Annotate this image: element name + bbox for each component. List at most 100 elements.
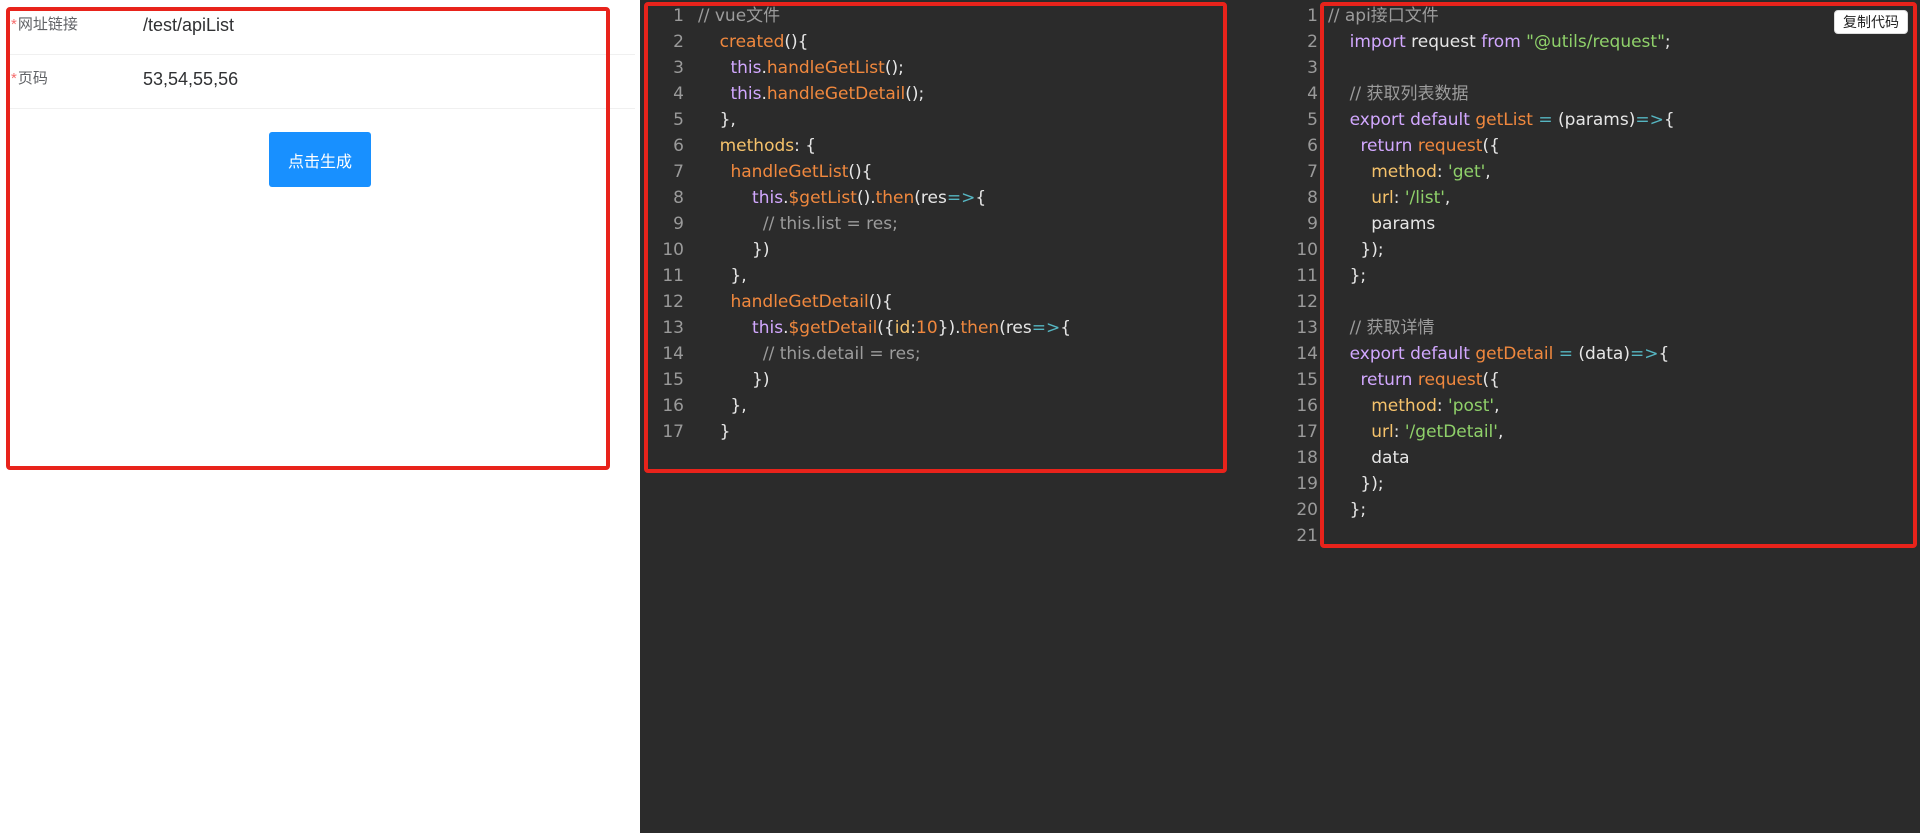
line-number: 14	[662, 344, 684, 364]
code-token: })	[698, 370, 770, 390]
code-line: 4 this.handleGetDetail();	[648, 81, 1071, 107]
code-token: });	[1328, 240, 1384, 260]
code-token: =>	[1031, 318, 1061, 338]
code-token: ,	[1485, 162, 1491, 182]
code-line: 12 handleGetDetail(){	[648, 289, 1071, 315]
code-token: request	[1417, 370, 1483, 390]
code-token: (){	[784, 32, 809, 52]
line-number: 19	[1296, 474, 1318, 494]
code-token: handleGetList	[730, 162, 849, 182]
code-line: 19 });	[1280, 471, 1675, 497]
page-value[interactable]: 53,54,55,56	[143, 54, 238, 104]
code-token: handleGetDetail	[730, 292, 869, 312]
line-number: 3	[673, 58, 684, 78]
line-number: 20	[1296, 500, 1318, 520]
line-number: 13	[662, 318, 684, 338]
code-token: id	[894, 318, 911, 338]
code-line: 16 },	[648, 393, 1071, 419]
line-number: 1	[673, 6, 684, 26]
code-token: =	[1558, 344, 1573, 364]
line-number: 16	[662, 396, 684, 416]
code-line: 6 return request({	[1280, 133, 1675, 159]
code-token: params	[1328, 214, 1436, 234]
code-line: 12	[1280, 289, 1675, 315]
required-mark: *	[11, 70, 17, 87]
code-token: :	[1436, 162, 1449, 182]
code-token: '/list'	[1404, 188, 1445, 208]
line-number: 5	[1307, 110, 1318, 130]
code-token: ({	[877, 318, 895, 338]
code-token: : {	[794, 136, 817, 156]
code-token: return	[1360, 136, 1413, 156]
line-number: 12	[1296, 292, 1318, 312]
copy-code-button[interactable]: 复制代码	[1834, 10, 1908, 34]
line-number: 16	[1296, 396, 1318, 416]
code-token: ().	[856, 188, 876, 208]
code-line: 7 handleGetList(){	[648, 159, 1071, 185]
code-token: // 获取列表数据	[1349, 84, 1469, 104]
code-token: ();	[905, 84, 925, 104]
code-line: 17 url: '/getDetail',	[1280, 419, 1675, 445]
code-token: methods	[719, 136, 795, 156]
code-line: 15 return request({	[1280, 367, 1675, 393]
code-token: {	[975, 188, 987, 208]
line-number: 5	[673, 110, 684, 130]
code-token: "@utils/request"	[1526, 32, 1665, 52]
code-token: $getList	[788, 188, 857, 208]
code-token: getList	[1475, 110, 1533, 130]
line-number: 8	[673, 188, 684, 208]
code-line: 7 method: 'get',	[1280, 159, 1675, 185]
code-line: 16 method: 'post',	[1280, 393, 1675, 419]
code-line: 14 export default getDetail = (data)=>{	[1280, 341, 1675, 367]
code-token: =>	[1635, 110, 1664, 130]
vue-code-editor[interactable]: 1// vue文件 2 created(){3 this.handleGetLis…	[648, 3, 1071, 445]
code-line: 3 this.handleGetList();	[648, 55, 1071, 81]
code-token: this	[730, 58, 762, 78]
code-line: 10 });	[1280, 237, 1675, 263]
url-label-text: 网址链接	[17, 16, 78, 33]
code-line: 4 // 获取列表数据	[1280, 81, 1675, 107]
url-value[interactable]: /test/apiList	[143, 0, 234, 50]
code-token: },	[698, 110, 736, 130]
code-line: 9 params	[1280, 211, 1675, 237]
code-token: ({	[1482, 136, 1500, 156]
code-line: 17 }	[648, 419, 1071, 445]
code-token: this	[752, 188, 784, 208]
line-number: 15	[662, 370, 684, 390]
code-line: 15 })	[648, 367, 1071, 393]
code-token: request	[1405, 32, 1482, 52]
line-number: 11	[1296, 266, 1318, 286]
code-token: ();	[884, 58, 904, 78]
code-token: };	[1328, 266, 1367, 286]
code-token: ;	[1664, 32, 1671, 52]
code-token: from	[1481, 32, 1521, 52]
line-number: 4	[673, 84, 684, 104]
code-line: 11 };	[1280, 263, 1675, 289]
code-token: default	[1410, 344, 1470, 364]
code-token: handleGetDetail	[766, 84, 906, 104]
code-line: 1 // vue文件	[648, 3, 1071, 29]
line-number: 18	[1296, 448, 1318, 468]
line-number: 8	[1307, 188, 1318, 208]
code-token: }).	[937, 318, 961, 338]
code-token: (){	[868, 292, 893, 312]
code-token: :	[1393, 188, 1405, 208]
code-token: {	[1060, 318, 1072, 338]
line-number: 10	[1296, 240, 1318, 260]
code-token: $getDetail	[788, 318, 878, 338]
code-token: handleGetList	[766, 58, 885, 78]
api-code-editor[interactable]: 1 // api接口文件 2 import request from "@utils…	[1280, 3, 1675, 549]
generate-button[interactable]: 点击生成	[269, 132, 371, 187]
code-token: export	[1349, 110, 1405, 130]
